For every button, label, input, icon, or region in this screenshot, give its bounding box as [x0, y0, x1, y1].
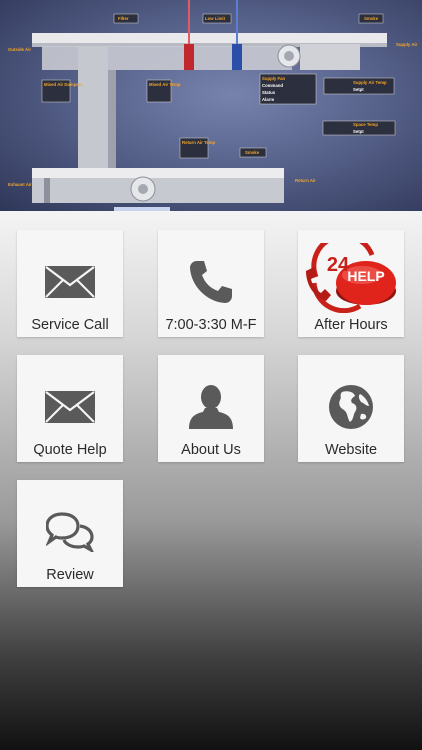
review-label: Review — [46, 567, 94, 583]
supply-air-label: Supply Air — [396, 42, 418, 47]
phone-icon — [158, 252, 264, 312]
smoke-bottom-label: Smoke — [245, 150, 260, 155]
smoke-top-label: Smoke — [364, 16, 379, 21]
exhaust-air-label: Exhaust Air — [8, 182, 32, 187]
help-badge-text: HELP — [347, 268, 384, 284]
website-label: Website — [324, 442, 378, 458]
about-us-button[interactable]: About Us — [158, 355, 264, 462]
envelope-icon — [17, 252, 123, 312]
command-label: Command — [262, 83, 283, 88]
setpt-label: Setpt — [353, 87, 364, 92]
24-badge-text: 24 — [327, 254, 350, 276]
hours-label: 7:00-3:30 M-F — [165, 317, 257, 333]
service-call-button[interactable]: Service Call — [17, 230, 123, 337]
hvac-diagram-banner: Outside Air Filter Low Limit Smoke Suppl… — [0, 0, 422, 211]
mixed-air-temp-label: Mixed Air Temp — [149, 82, 181, 87]
after-hours-button[interactable]: HELP 24 After Hours — [298, 230, 404, 337]
supply-fan-label: Supply Fan — [262, 76, 286, 81]
hours-button[interactable]: 7:00-3:30 M-F — [158, 230, 264, 337]
mixed-air-dampers-label: Mixed Air Dampers — [44, 82, 83, 87]
chat-bubbles-icon — [17, 502, 123, 562]
about-us-label: About Us — [181, 442, 241, 458]
envelope-icon — [17, 377, 123, 437]
person-icon — [158, 377, 264, 437]
status-label: Status — [262, 90, 276, 95]
after-hours-label: After Hours — [314, 317, 388, 333]
filter-label: Filter — [118, 16, 129, 21]
quote-help-button[interactable]: Quote Help — [17, 355, 123, 462]
globe-icon — [298, 377, 404, 437]
return-air-temp-label: Return Air Temp — [182, 140, 216, 145]
service-call-label: Service Call — [31, 317, 109, 333]
space-temp-label: Space Temp — [353, 122, 378, 127]
website-button[interactable]: Website — [298, 355, 404, 462]
supply-air-temp-label: Supply Air Temp — [353, 80, 387, 85]
hvac-diagram: Outside Air Filter Low Limit Smoke Suppl… — [8, 0, 418, 211]
alarm-label: Alarm — [262, 97, 274, 102]
24-help-button-icon: HELP 24 — [298, 243, 404, 313]
low-limit-label: Low Limit — [205, 16, 226, 21]
quote-help-label: Quote Help — [33, 442, 107, 458]
outside-air-label: Outside Air — [8, 47, 31, 52]
return-air-label: Return Air — [295, 178, 316, 183]
review-button[interactable]: Review — [17, 480, 123, 587]
space-setpt-label: Setpt — [353, 129, 364, 134]
